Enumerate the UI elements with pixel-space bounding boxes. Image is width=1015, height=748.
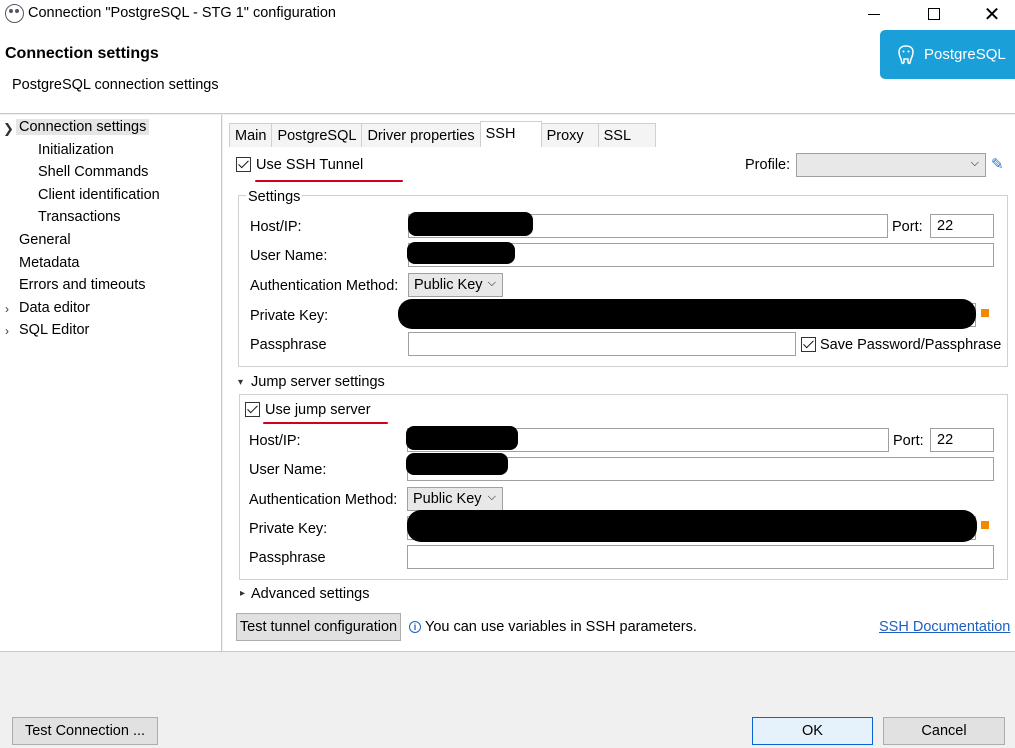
tree-item-shell-commands[interactable]: Shell Commands	[38, 164, 148, 180]
redacted-jump-host	[406, 426, 518, 450]
passphrase-label: Passphrase	[250, 337, 327, 353]
redacted-user	[407, 242, 515, 264]
advanced-settings-label[interactable]: Advanced settings	[251, 586, 370, 602]
tree-item-general[interactable]: General	[19, 232, 71, 248]
tab-proxy[interactable]: Proxy	[540, 123, 599, 147]
jump-user-name-label: User Name:	[249, 462, 327, 478]
save-password-checkbox[interactable]	[801, 337, 816, 352]
profile-select[interactable]: ⌵	[796, 153, 986, 177]
use-ssh-tunnel-label: Use SSH Tunnel	[256, 157, 364, 173]
jump-passphrase-label: Passphrase	[249, 550, 326, 566]
browse-folder-icon[interactable]	[981, 309, 989, 317]
caret-down-icon[interactable]: ▾	[238, 377, 243, 388]
title-bar: Connection "PostgreSQL - STG 1" configur…	[0, 0, 1015, 28]
dbeaver-app-icon	[5, 4, 24, 23]
close-icon: ✕	[983, 3, 1001, 26]
jump-server-section-label[interactable]: Jump server settings	[251, 374, 385, 390]
port-label: Port:	[892, 219, 923, 235]
dialog-header: Connection settings PostgreSQL connectio…	[0, 28, 1015, 114]
test-connection-button[interactable]: Test Connection ...	[12, 717, 158, 745]
passphrase-input[interactable]	[408, 332, 796, 356]
use-jump-server-checkbox[interactable]	[245, 402, 260, 417]
redacted-jump-private-key	[407, 510, 977, 542]
maximize-button[interactable]	[910, 0, 958, 28]
tab-strip: Main PostgreSQL Driver properties SSH Pr…	[229, 121, 656, 147]
tab-postgresql[interactable]: PostgreSQL	[271, 123, 363, 147]
chevron-right-icon[interactable]: ›	[5, 302, 9, 316]
window-title: Connection "PostgreSQL - STG 1" configur…	[28, 5, 336, 21]
test-tunnel-button[interactable]: Test tunnel configuration	[236, 613, 401, 641]
profile-label: Profile:	[745, 157, 791, 173]
tree-item-data-editor[interactable]: Data editor	[19, 300, 90, 316]
chevron-down-icon: ⌵	[487, 277, 496, 289]
jump-auth-method-select[interactable]: Public Key ⌵	[407, 487, 503, 511]
tab-driver-properties[interactable]: Driver properties	[361, 123, 481, 147]
dialog-footer: Test Connection ... OK Cancel	[0, 651, 1015, 748]
redacted-jump-user	[406, 453, 508, 475]
postgresql-brand-label: PostgreSQL	[924, 46, 1006, 63]
tree-item-initialization[interactable]: Initialization	[38, 142, 114, 158]
chevron-right-icon[interactable]: ›	[5, 324, 9, 338]
edit-pencil-icon[interactable]: ✎	[991, 155, 1004, 173]
annotation-underline	[263, 422, 388, 424]
settings-tree: ❯ Connection settings Initialization She…	[0, 115, 222, 651]
chevron-down-icon: ⌵	[970, 157, 979, 169]
ssh-settings-panel: Main PostgreSQL Driver properties SSH Pr…	[223, 115, 1015, 651]
cancel-button[interactable]: Cancel	[883, 717, 1005, 745]
jump-private-key-label: Private Key:	[249, 521, 328, 537]
host-label: Host/IP:	[250, 219, 302, 235]
chevron-down-icon[interactable]: ❯	[3, 121, 14, 137]
redacted-host	[408, 212, 533, 236]
tree-item-metadata[interactable]: Metadata	[19, 255, 79, 271]
private-key-label: Private Key:	[250, 308, 329, 324]
close-button[interactable]: ✕	[968, 0, 1015, 28]
ok-button[interactable]: OK	[752, 717, 873, 745]
settings-group-title: Settings	[246, 189, 303, 205]
jump-host-label: Host/IP:	[249, 433, 301, 449]
tab-ssl[interactable]: SSL	[597, 123, 656, 147]
tree-item-connection-settings[interactable]: Connection settings	[16, 119, 150, 135]
redacted-private-key	[398, 299, 976, 329]
auth-method-value: Public Key	[414, 277, 483, 293]
use-ssh-tunnel-checkbox[interactable]	[236, 157, 251, 172]
jump-auth-method-value: Public Key	[413, 491, 482, 507]
browse-folder-icon[interactable]	[981, 521, 989, 529]
page-subtitle: PostgreSQL connection settings	[12, 77, 219, 93]
port-input[interactable]: 22	[930, 214, 994, 238]
tab-ssh[interactable]: SSH	[479, 121, 542, 147]
tree-item-sql-editor[interactable]: SQL Editor	[19, 322, 89, 338]
tab-main[interactable]: Main	[229, 123, 273, 147]
user-name-label: User Name:	[250, 248, 328, 264]
caret-right-icon[interactable]: ▸	[240, 588, 245, 599]
tree-item-transactions[interactable]: Transactions	[38, 209, 120, 225]
maximize-icon	[928, 8, 940, 20]
jump-port-input[interactable]: 22	[930, 428, 994, 452]
minimize-icon	[868, 13, 880, 15]
ssh-documentation-link[interactable]: SSH Documentation	[879, 619, 1010, 635]
tree-item-errors-timeouts[interactable]: Errors and timeouts	[19, 277, 146, 293]
use-jump-server-label: Use jump server	[265, 402, 371, 418]
jump-passphrase-input[interactable]	[407, 545, 994, 569]
chevron-down-icon: ⌵	[487, 491, 496, 503]
info-text: You can use variables in SSH parameters.	[425, 619, 697, 635]
info-icon: i	[409, 621, 421, 633]
save-password-label: Save Password/Passphrase	[820, 337, 1002, 353]
jump-port-label: Port:	[893, 433, 924, 449]
postgresql-elephant-icon	[894, 43, 918, 67]
tree-item-client-identification[interactable]: Client identification	[38, 187, 160, 203]
minimize-button[interactable]	[850, 0, 898, 28]
auth-method-label: Authentication Method:	[250, 278, 399, 294]
postgresql-banner: PostgreSQL	[880, 30, 1015, 79]
annotation-underline	[255, 180, 403, 182]
jump-auth-method-label: Authentication Method:	[249, 492, 398, 508]
page-title: Connection settings	[5, 45, 159, 62]
auth-method-select[interactable]: Public Key ⌵	[408, 273, 503, 297]
